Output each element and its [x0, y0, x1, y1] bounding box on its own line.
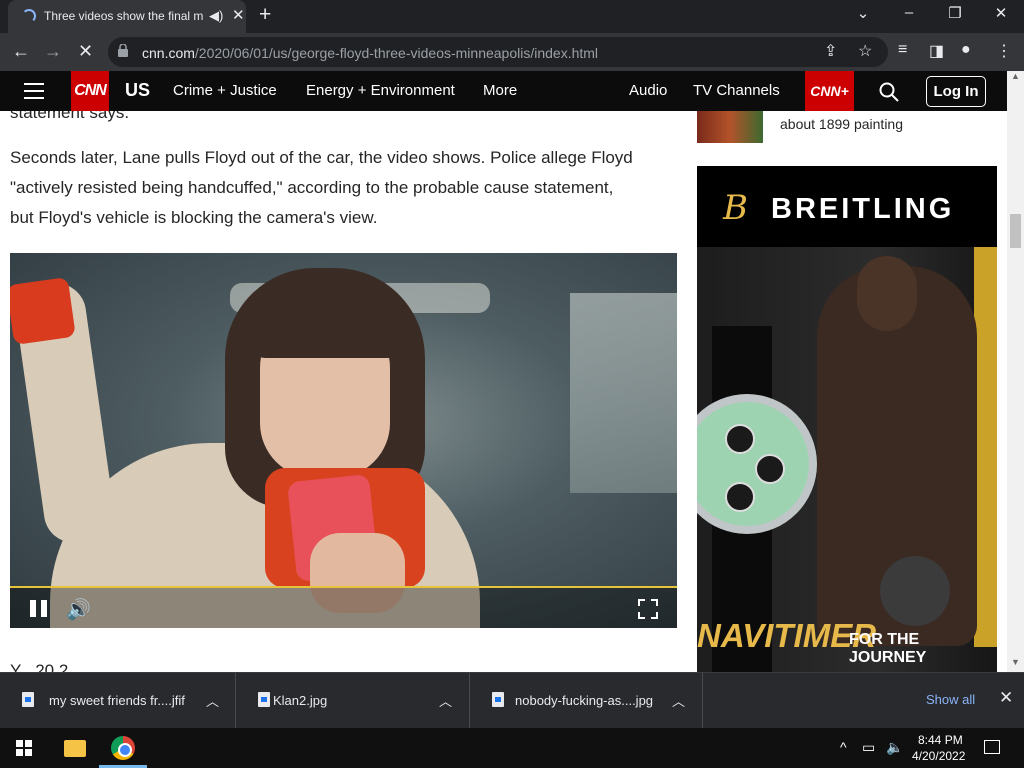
tab-title: Three videos show the final m [44, 9, 204, 23]
nav-section-us[interactable]: US [125, 80, 150, 101]
browser-toolbar: ← → ✕ cnn.com/2020/06/01/us/george-floyd… [0, 33, 1024, 71]
address-bar[interactable]: cnn.com/2020/06/01/us/george-floyd-three… [108, 37, 888, 67]
notifications-icon[interactable] [984, 740, 1000, 754]
close-window-button[interactable]: ✕ [986, 4, 1016, 22]
restore-button[interactable]: ❐ [940, 4, 970, 22]
download-filename: Klan2.jpg [273, 693, 328, 708]
back-icon[interactable]: ← [12, 41, 30, 62]
tab-strip: Three videos show the final m ◀) ✕ + ⌄ –… [0, 0, 1024, 33]
image-file-icon [22, 692, 34, 707]
ad-header: B BREITLING [697, 166, 997, 247]
cnn-navbar: CNN US Crime + Justice Energy + Environm… [0, 71, 1007, 111]
article-line: Y , 20 2 . [10, 661, 78, 672]
chevron-up-icon[interactable]: ︿ [439, 691, 452, 710]
chrome-icon[interactable] [111, 736, 135, 760]
tab-search-icon[interactable]: ⌄ [848, 4, 878, 22]
forward-icon[interactable]: → [44, 41, 62, 62]
breitling-logo-icon: B [723, 188, 748, 228]
file-explorer-icon[interactable] [64, 740, 86, 757]
image-file-icon [258, 692, 270, 707]
related-link[interactable]: about 1899 painting [780, 116, 903, 132]
image-file-icon [492, 692, 504, 707]
nav-link-energy-environment[interactable]: Energy + Environment [306, 82, 455, 99]
url-path: /2020/06/01/us/george-floyd-three-videos… [194, 45, 599, 61]
watch-subdial [755, 454, 785, 484]
share-icon[interactable]: ⇪ [824, 41, 837, 61]
hamburger-menu-icon[interactable] [24, 83, 44, 99]
watch-subdial [725, 424, 755, 454]
nav-link-crime-justice[interactable]: Crime + Justice [173, 82, 277, 99]
clock-date[interactable]: 4/20/2022 [912, 749, 965, 763]
login-button[interactable]: Log In [926, 76, 986, 107]
url-host: cnn.com [142, 45, 195, 61]
breitling-ad[interactable]: B BREITLING NAVITIMER FOR THE JOURNEY [697, 166, 997, 672]
ad-brand: BREITLING [771, 193, 955, 225]
star-icon[interactable]: ☆ [858, 41, 872, 61]
download-filename: nobody-fucking-as....jpg [515, 693, 654, 708]
ad-image [974, 247, 997, 647]
menu-icon[interactable]: ⋮ [996, 41, 1012, 61]
nav-link-tv-channels[interactable]: TV Channels [693, 82, 780, 99]
minimize-button[interactable]: – [894, 4, 924, 21]
video-scene [570, 293, 677, 493]
download-filename: my sweet friends fr....jfif [49, 693, 185, 708]
ad-tagline: FOR THE JOURNEY [849, 631, 927, 666]
windows-start-icon[interactable] [16, 740, 32, 756]
url-text: cnn.com/2020/06/01/us/george-floyd-three… [142, 45, 598, 61]
video-controls: 🔊 [10, 588, 677, 628]
audio-playing-icon[interactable]: ◀) [209, 8, 223, 24]
chevron-up-icon[interactable]: ︿ [206, 691, 219, 710]
search-icon[interactable] [879, 82, 899, 102]
ad-image [857, 256, 917, 331]
browser-tab[interactable]: Three videos show the final m ◀) ✕ [8, 0, 246, 33]
clock-time[interactable]: 8:44 PM [918, 733, 963, 747]
article-line: Seconds later, Lane pulls Floyd out of t… [10, 148, 633, 167]
sidepanel-icon[interactable]: ◨ [929, 41, 944, 61]
pause-button[interactable] [30, 600, 48, 617]
article-line: "actively resisted being handcuffed," ac… [10, 178, 614, 197]
volume-icon[interactable]: 🔈 [886, 739, 903, 756]
download-item[interactable]: nobody-fucking-as....jpg ︿ [470, 673, 703, 729]
lock-icon[interactable] [118, 44, 128, 57]
ad-image [880, 556, 950, 626]
network-icon[interactable]: ▭ [862, 739, 875, 756]
close-tab-icon[interactable]: ✕ [232, 6, 245, 24]
video-player[interactable]: 🔊 [10, 253, 677, 628]
download-item[interactable]: my sweet friends fr....jfif ︿ [0, 673, 236, 729]
video-scene [250, 288, 410, 358]
web-page: statement says. Seconds later, Lane pull… [0, 71, 1007, 672]
scroll-thumb[interactable] [1010, 214, 1021, 248]
close-downloads-icon[interactable]: ✕ [999, 688, 1013, 708]
nav-link-more[interactable]: More [483, 82, 517, 99]
page-scrollbar[interactable]: ▲ ▼ [1007, 71, 1024, 672]
chevron-up-icon[interactable]: ︿ [672, 691, 685, 710]
article-line: but Floyd's vehicle is blocking the came… [10, 208, 378, 227]
nav-link-audio[interactable]: Audio [629, 82, 667, 99]
media-icon[interactable]: ≡ [898, 41, 907, 59]
profile-icon[interactable]: ● [961, 41, 971, 59]
windows-taskbar: ^ ▭ 🔈 8:44 PM 4/20/2022 [0, 728, 1024, 768]
video-scene [10, 276, 76, 346]
fullscreen-icon[interactable] [638, 599, 658, 619]
downloads-bar: my sweet friends fr....jfif ︿ Klan2.jpg … [0, 672, 1024, 729]
cnn-logo[interactable]: CNN [71, 71, 109, 111]
cnn-plus-button[interactable]: CNN+ [805, 71, 854, 111]
related-thumbnail[interactable] [697, 111, 763, 143]
new-tab-button[interactable]: + [259, 3, 271, 27]
show-all-button[interactable]: Show all [926, 692, 975, 707]
loading-icon [22, 9, 36, 23]
download-item[interactable]: Klan2.jpg ︿ [236, 673, 470, 729]
scroll-up-icon[interactable]: ▲ [1011, 71, 1020, 81]
watch-subdial [725, 482, 755, 512]
stop-icon[interactable]: ✕ [78, 41, 93, 62]
chevron-up-icon[interactable]: ^ [840, 739, 847, 755]
scroll-down-icon[interactable]: ▼ [1011, 657, 1020, 667]
volume-icon[interactable]: 🔊 [66, 597, 91, 622]
